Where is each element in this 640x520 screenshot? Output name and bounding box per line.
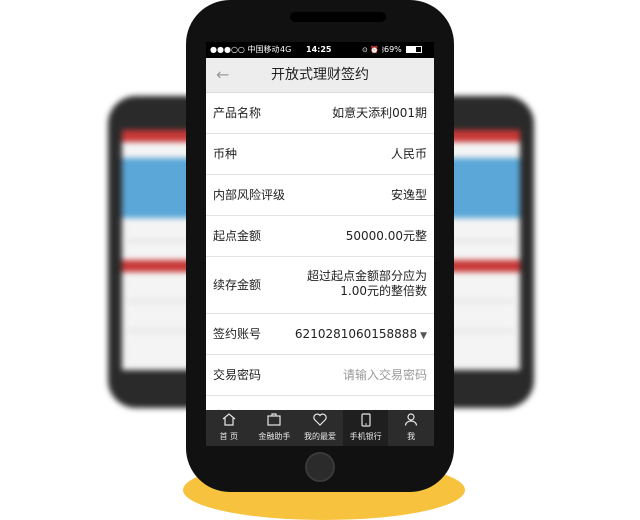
row-product-name: 产品名称 如意天添利001期 bbox=[206, 93, 434, 134]
row-starting-amount: 起点金额 50000.00元整 bbox=[206, 216, 434, 257]
row-label: 内部风险评级 bbox=[213, 188, 286, 202]
phone-icon bbox=[343, 410, 389, 431]
row-label: 产品名称 bbox=[213, 106, 262, 120]
nav-bar: ← 开放式理财签约 bbox=[206, 58, 434, 93]
tab-label: 首 页 bbox=[219, 432, 239, 441]
tab-label: 金融助手 bbox=[258, 432, 291, 441]
battery-icon bbox=[406, 46, 422, 53]
tab-label: 手机银行 bbox=[349, 432, 382, 441]
row-value: 人民币 bbox=[390, 147, 427, 161]
row-value: 50000.00元整 bbox=[345, 229, 427, 243]
status-icons: ⊙ ⏰ ᛒ bbox=[362, 42, 385, 58]
phone-screen: ●●●○○ 中国移动 4G 14:25 ⊙ ⏰ ᛒ 69% ← 开放式理财签约 … bbox=[206, 42, 434, 446]
tab-label: 我的最爱 bbox=[303, 432, 336, 441]
row-risk-rating: 内部风险评级 安逸型 bbox=[206, 175, 434, 216]
row-label: 币种 bbox=[213, 147, 238, 161]
alarm-icon: ⏰ bbox=[370, 46, 379, 54]
tab-label: 我 bbox=[407, 432, 416, 441]
tab-favorites[interactable]: 我的最爱 bbox=[297, 410, 343, 446]
row-value: 超过起点金额部分应为 1.00元的整倍数 bbox=[287, 269, 427, 299]
briefcase-icon bbox=[252, 410, 298, 431]
clock: 14:25 bbox=[306, 45, 332, 54]
row-value: 安逸型 bbox=[390, 188, 427, 202]
home-icon bbox=[206, 410, 252, 431]
status-bar: ●●●○○ 中国移动 4G 14:25 ⊙ ⏰ ᛒ 69% bbox=[206, 42, 434, 58]
dropdown-caret-icon[interactable]: ▼ bbox=[420, 331, 427, 341]
home-button[interactable] bbox=[305, 452, 335, 482]
row-value-line: 1.00元的整倍数 bbox=[340, 284, 427, 298]
tab-me[interactable]: 我 bbox=[388, 410, 434, 446]
password-input[interactable]: 请输入交易密码 bbox=[343, 355, 427, 395]
row-label: 续存金额 bbox=[213, 278, 262, 292]
tab-bar: 首 页 金融助手 我的最爱 手机银行 我 bbox=[206, 410, 434, 446]
phone-frame: ●●●○○ 中国移动 4G 14:25 ⊙ ⏰ ᛒ 69% ← 开放式理财签约 … bbox=[186, 0, 454, 492]
battery-percent: 69% bbox=[384, 45, 402, 54]
row-label: 交易密码 bbox=[213, 368, 262, 382]
product-showcase: ●●●○○ 中国移动 4G 14:25 ⊙ ⏰ ᛒ 69% ← 开放式理财签约 … bbox=[0, 0, 640, 520]
lock-rotation-icon: ⊙ bbox=[362, 46, 368, 54]
row-value-line: 超过起点金额部分应为 bbox=[306, 269, 427, 283]
page-title: 开放式理财签约 bbox=[271, 67, 369, 83]
row-label: 签约账号 bbox=[213, 327, 262, 341]
carrier-label: ●●●○○ 中国移动 bbox=[210, 45, 280, 54]
tab-home[interactable]: 首 页 bbox=[206, 410, 252, 446]
tab-mobile-banking[interactable]: 手机银行 bbox=[342, 410, 389, 446]
row-currency: 币种 人民币 bbox=[206, 134, 434, 175]
network-label: 4G bbox=[280, 45, 292, 54]
row-label: 起点金额 bbox=[213, 229, 262, 243]
row-value: 如意天添利001期 bbox=[332, 106, 427, 120]
row-renewal-amount: 续存金额 超过起点金额部分应为 1.00元的整倍数 bbox=[206, 257, 434, 314]
account-select[interactable]: 6210281060158888 ▼ bbox=[295, 314, 427, 356]
user-icon bbox=[388, 410, 434, 431]
row-signing-account[interactable]: 签约账号 6210281060158888 ▼ bbox=[206, 314, 434, 355]
row-trade-password: 交易密码 请输入交易密码 bbox=[206, 355, 434, 396]
heart-icon bbox=[297, 410, 343, 431]
phone-speaker bbox=[290, 12, 386, 22]
tab-finance-assistant[interactable]: 金融助手 bbox=[252, 410, 298, 446]
account-number: 6210281060158888 bbox=[294, 327, 418, 341]
